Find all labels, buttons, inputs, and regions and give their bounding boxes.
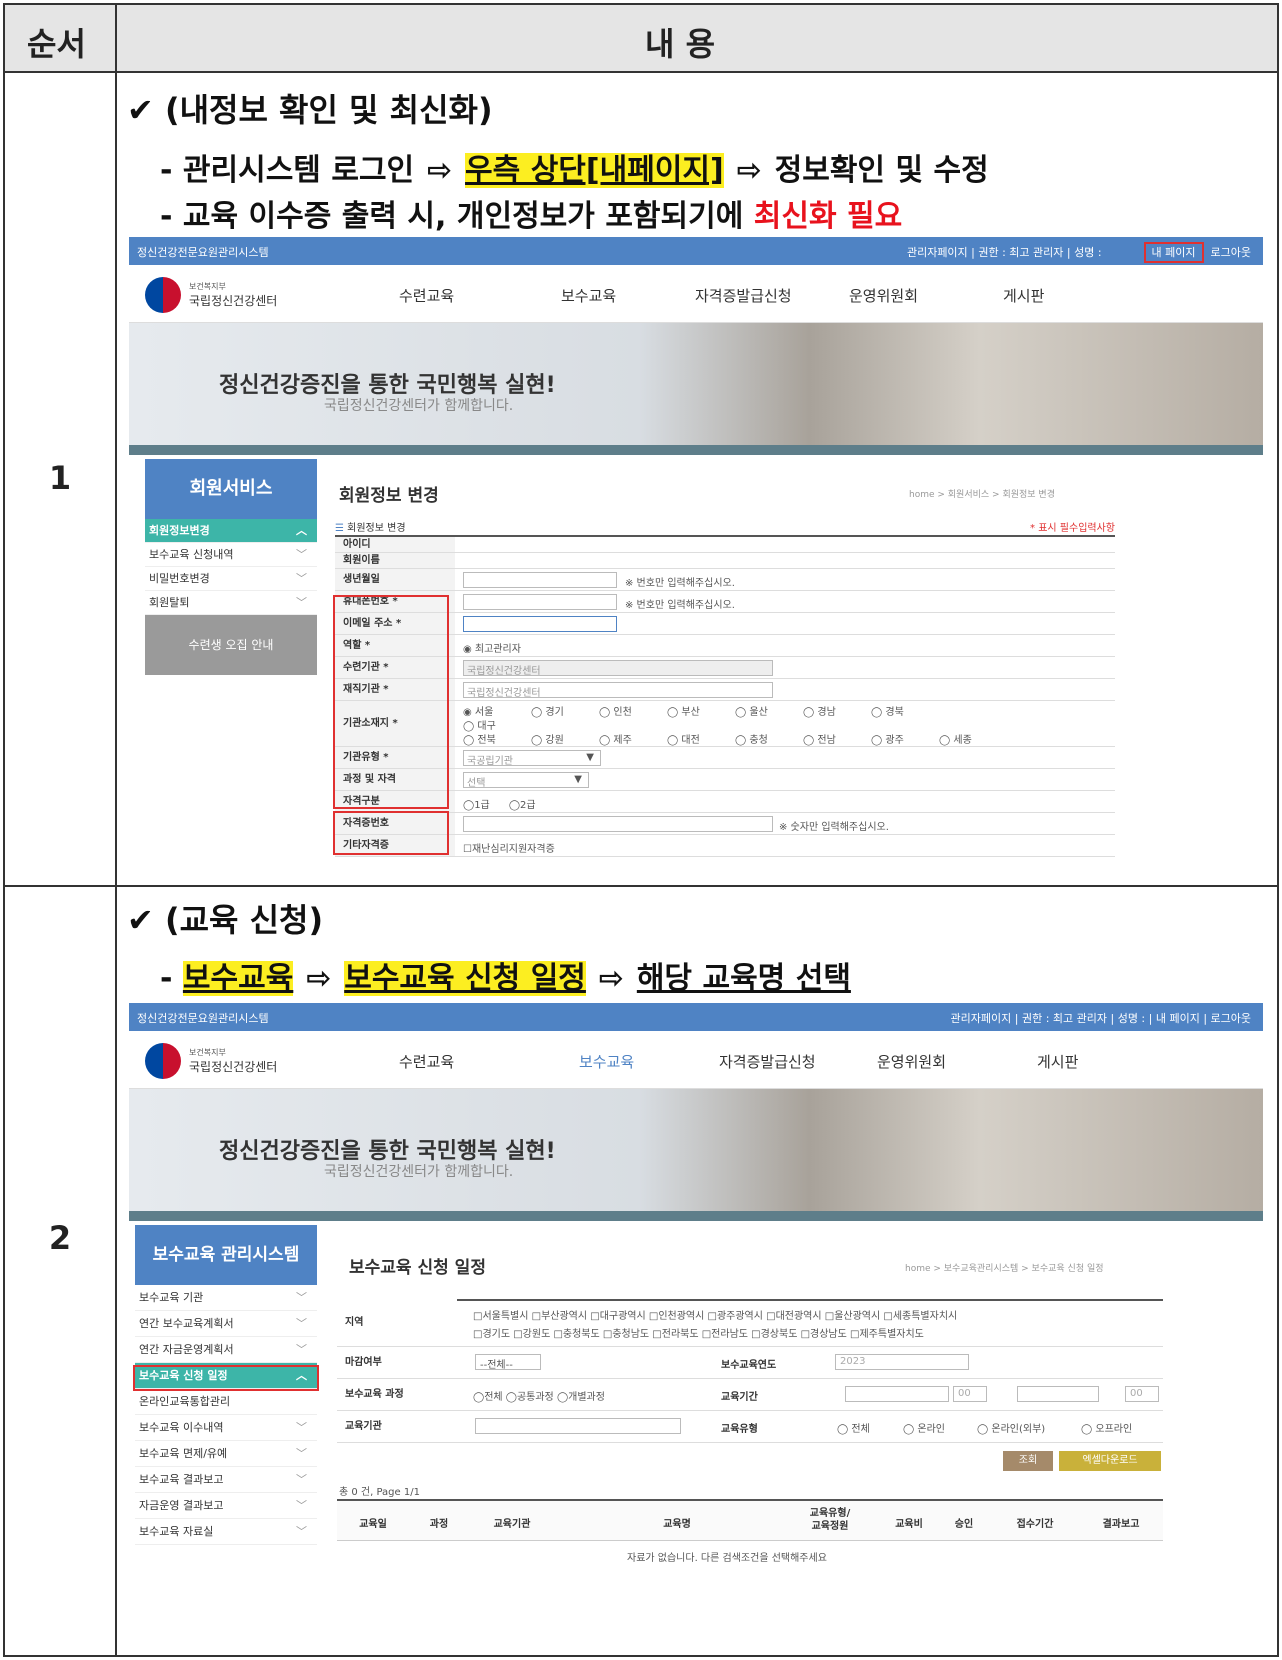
screenshot-member-info: 정신건강전문요원관리시스템 관리자페이지 | 권한 : 최고 관리자 | 성명 … <box>129 237 1263 875</box>
form-row: 과정 및 자격 선택 ▼ <box>335 769 1115 791</box>
form-row: 생년월일 ※ 번호만 입력해주십시오. <box>335 569 1115 591</box>
form-row: 이메일 주소 * <box>335 613 1115 635</box>
sidebar-item-member-edit[interactable]: 회원정보변경 ︿ <box>145 519 317 543</box>
result-table-header: 교육일 과정 교육기관 교육명 교육유형/교육정원 교육비 승인 접수기간 결과… <box>337 1499 1163 1541</box>
header-content: 내 용 <box>645 25 716 63</box>
sidebar2-item[interactable]: 연간 자금운영계획서 ﹀ <box>135 1337 317 1363</box>
result-count: 총 0 건, Page 1/1 <box>339 1487 420 1498</box>
taegeuk-logo-icon <box>145 277 181 313</box>
form-input[interactable]: 국공립기관 ▼ <box>463 750 601 767</box>
nav-training[interactable]: 수련교육 <box>399 285 454 306</box>
form-label: 회원이름 <box>335 553 455 568</box>
sidebar2-item[interactable]: 자금운영 결과보고 ﹀ <box>135 1493 317 1519</box>
form-label: 생년월일 <box>335 569 455 590</box>
row-number-2: 2 <box>48 1219 72 1257</box>
form-input[interactable] <box>463 572 617 588</box>
system-name-2: 정신건강전문요원관리시스템 <box>137 1012 269 1025</box>
row1-step2: - 교육 이수증 출력 시, 개인정보가 포함되기에 최신화 필요 <box>160 199 903 234</box>
top-links-2[interactable]: 관리자페이지 | 권한 : 최고 관리자 | 성명 : | 내 페이지 | 로그… <box>951 1010 1251 1026</box>
instruction-table: 순서 내 용 1 ✔ (내정보 확인 및 최신화) - 관리시스템 로그인 ⇨ … <box>3 3 1279 1657</box>
banner-2: 정신건강증진을 통한 국민행복 실현! 국립정신건강센터가 함께합니다. <box>129 1089 1263 1221</box>
form-row: 회원이름 <box>335 553 1115 569</box>
nav-board[interactable]: 게시판 <box>1003 285 1044 306</box>
row1-title: ✔ (내정보 확인 및 최신화) <box>127 91 493 129</box>
highlight-schedule-menu <box>133 1365 319 1391</box>
sidebar2-item[interactable]: 보수교육 기관 ﹀ <box>135 1285 317 1311</box>
form-row: 자격구분 ◯1급 ◯2급 <box>335 791 1115 813</box>
sidebar2-item[interactable]: 보수교육 결과보고 ﹀ <box>135 1467 317 1493</box>
sidebar2-item[interactable]: 보수교육 이수내역 ﹀ <box>135 1415 317 1441</box>
recruit-guide-button[interactable]: 수련생 오집 안내 <box>145 615 317 675</box>
taegeuk-logo-icon <box>145 1043 181 1079</box>
search-button[interactable]: 조회 <box>1003 1451 1053 1471</box>
form-row: 수련기관 * 국립정신건강센터 <box>335 657 1115 679</box>
form-input[interactable]: 국립정신건강센터 <box>463 682 773 699</box>
sidebar2-item[interactable]: 보수교육 면제/유예 ﹀ <box>135 1441 317 1467</box>
form-input[interactable]: 선택 ▼ <box>463 772 589 789</box>
form-row: 휴대폰번호 * ※ 번호만 입력해주십시오. <box>335 591 1115 613</box>
nav-committee[interactable]: 운영위원회 <box>849 285 918 306</box>
sidebar: 회원서비스 회원정보변경 ︿ 보수교육 신청내역 ﹀ 비밀번호변경 ﹀ 회원탈퇴 ﹀ 수… <box>145 459 317 675</box>
sidebar2-item[interactable]: 보수교육 자료실 ﹀ <box>135 1519 317 1545</box>
row2-step: - 보수교육 ⇨ 보수교육 신청 일정 ⇨ 해당 교육명 선택 <box>160 961 851 996</box>
form-input[interactable] <box>463 816 773 832</box>
form-row: 기관유형 * 국공립기관 ▼ <box>335 747 1115 769</box>
logo[interactable]: 보건복지부 국립정신건강센터 <box>145 277 277 313</box>
form-row: 기타자격증 ☐재난심리지원자격증 <box>335 835 1115 857</box>
sidebar2-item[interactable]: 연간 보수교육계획서 ﹀ <box>135 1311 317 1337</box>
nav-license-2[interactable]: 자격증발급신청 <box>719 1051 816 1072</box>
excel-download-button[interactable]: 엑셀다운로드 <box>1059 1451 1161 1471</box>
empty-message: 자료가 없습니다. 다른 검색조건을 선택해주세요 <box>627 1553 827 1564</box>
nav-board-2[interactable]: 게시판 <box>1037 1051 1078 1072</box>
sidebar-item-withdraw[interactable]: 회원탈퇴 ﹀ <box>145 591 317 615</box>
page-title: 회원정보 변경 <box>339 486 439 506</box>
sidebar2-item[interactable]: 온라인교육통합관리 <box>135 1389 317 1415</box>
system-name: 정신건강전문요원관리시스템 <box>137 246 269 259</box>
form-row: 아이디 <box>335 537 1115 553</box>
admin-info: 관리자페이지 | 권한 : 최고 관리자 | 성명 : <box>906 246 1102 259</box>
form-input[interactable] <box>463 594 617 610</box>
breadcrumb: home > 회원서비스 > 회원정보 변경 <box>909 490 1055 500</box>
nav-training-2[interactable]: 수련교육 <box>399 1051 454 1072</box>
form-row: 역할 * ◉ 최고관리자 <box>335 635 1115 657</box>
highlight-license-fields <box>333 811 449 855</box>
header-order: 순서 <box>27 25 86 63</box>
form-label: 아이디 <box>335 537 455 552</box>
breadcrumb-2: home > 보수교육관리시스템 > 보수교육 신청 일정 <box>905 1264 1104 1274</box>
nav-continuing-edu-2[interactable]: 보수교육 <box>579 1051 634 1072</box>
banner: 정신건강증진을 통한 국민행복 실현! 국립정신건강센터가 함께합니다. <box>129 323 1263 455</box>
form-row: 재직기관 * 국립정신건강센터 <box>335 679 1115 701</box>
form-input[interactable] <box>463 616 617 632</box>
table-header <box>5 5 1277 71</box>
nav-license[interactable]: 자격증발급신청 <box>695 285 792 306</box>
search-form: 지역 □서울특별시 □부산광역시 □대구광역시 □인천광역시 □광주광역시 □대… <box>337 1299 1163 1649</box>
page-title-2: 보수교육 신청 일정 <box>349 1258 486 1278</box>
sidebar-item-history[interactable]: 보수교육 신청내역 ﹀ <box>145 543 317 567</box>
row-number-1: 1 <box>48 459 72 497</box>
screenshot-edu-schedule: 정신건강전문요원관리시스템 관리자페이지 | 권한 : 최고 관리자 | 성명 … <box>129 1003 1263 1655</box>
form-row: 기관소재지 * ◉ 서울 ◯ 경기 ◯ 인천 ◯ 부산 ◯ 울산 ◯ 경남 ◯ 경북 ◯ 대구 ◯… <box>335 701 1115 747</box>
row1-step1: - 관리시스템 로그인 ⇨ 우측 상단[내페이지] ⇨ 정보확인 및 수정 <box>160 153 989 188</box>
sidebar-item-password[interactable]: 비밀번호변경 ﹀ <box>145 567 317 591</box>
form-row: 자격증번호 ※ 숫자만 입력해주십시오. <box>335 813 1115 835</box>
member-form: ☰ 회원정보 변경 * 표시 필수입력사항 아이디 회원이름 생년월일 ※ 번호만 입… <box>333 523 1115 857</box>
nav-continuing-edu[interactable]: 보수교육 <box>561 285 616 306</box>
highlight-required-fields <box>333 595 449 809</box>
nav-committee-2[interactable]: 운영위원회 <box>877 1051 946 1072</box>
logout-link[interactable]: 로그아웃 <box>1211 246 1251 259</box>
row2-title: ✔ (교육 신청) <box>127 901 324 939</box>
logo-2[interactable]: 보건복지부 국립정신건강센터 <box>145 1043 277 1079</box>
mypage-link[interactable]: 내 페이지 <box>1143 242 1204 263</box>
form-input[interactable]: 국립정신건강센터 <box>463 660 773 677</box>
